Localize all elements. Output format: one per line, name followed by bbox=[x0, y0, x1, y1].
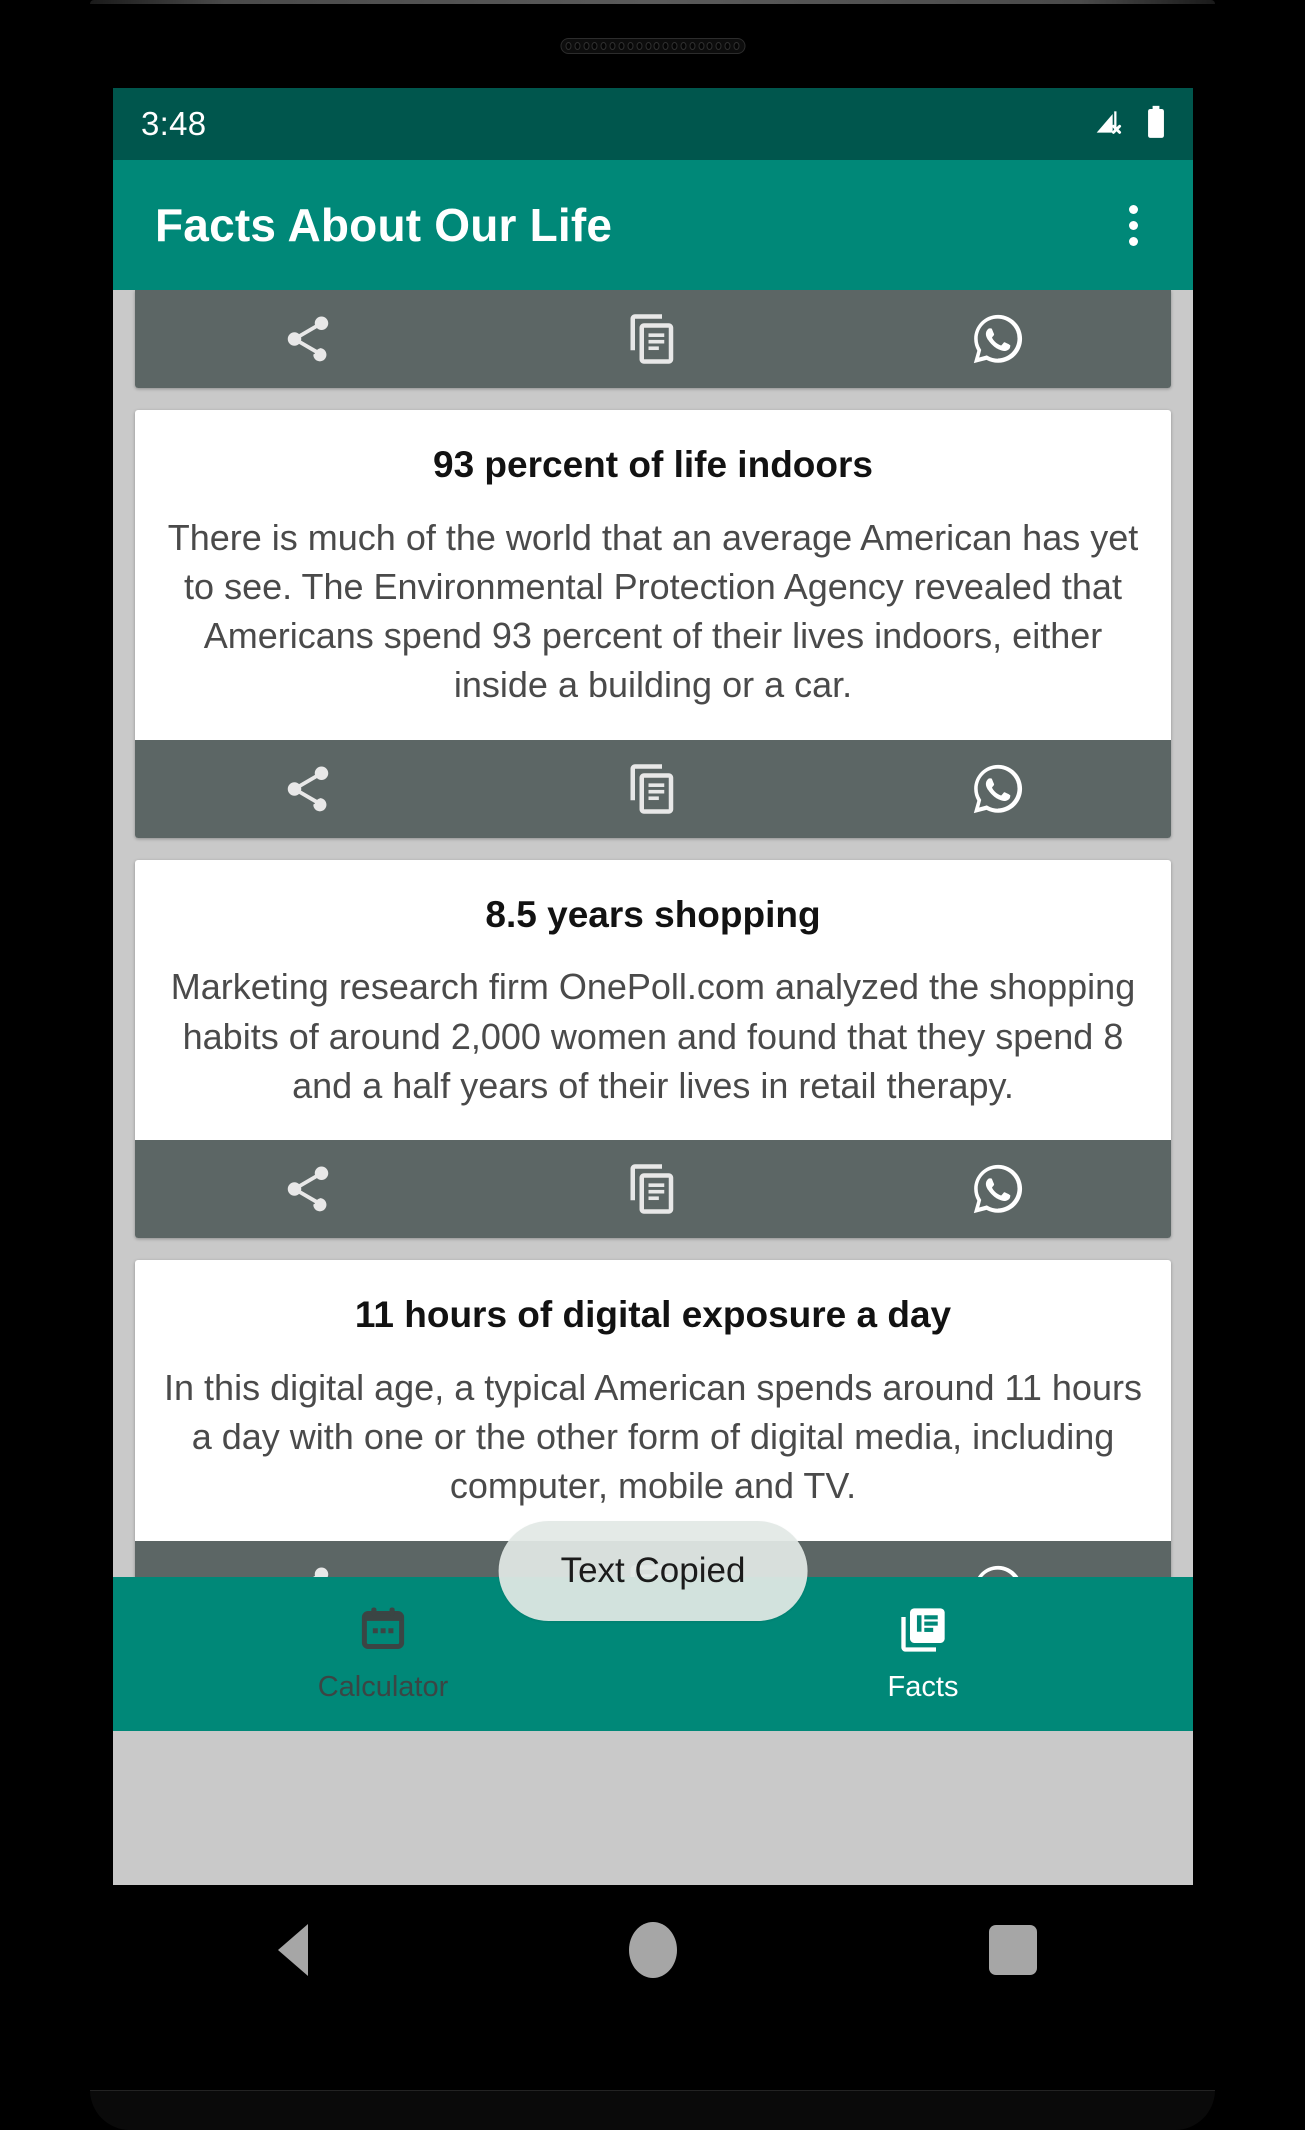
whatsapp-button[interactable] bbox=[826, 1140, 1171, 1238]
copy-icon bbox=[626, 312, 680, 366]
whatsapp-button[interactable] bbox=[826, 740, 1171, 838]
phone-device: 3:48 Facts About Our Life 93 percent of … bbox=[0, 0, 1305, 2130]
nav-label-calculator: Calculator bbox=[317, 1671, 449, 1703]
android-recents-button[interactable] bbox=[953, 1915, 1073, 1985]
copy-button[interactable] bbox=[480, 1140, 825, 1238]
battery-full-icon bbox=[1145, 105, 1167, 144]
fact-body: There is much of the world that an avera… bbox=[167, 516, 1139, 706]
earpiece-speaker-grille bbox=[560, 38, 745, 54]
share-icon bbox=[281, 762, 335, 816]
share-button[interactable] bbox=[135, 740, 480, 838]
share-icon bbox=[281, 1162, 335, 1216]
card-action-bar bbox=[135, 1140, 1171, 1239]
copy-button[interactable] bbox=[480, 290, 825, 388]
copy-icon bbox=[626, 1162, 680, 1216]
nav-label-facts: Facts bbox=[887, 1671, 959, 1703]
copy-icon bbox=[626, 762, 680, 816]
fact-card[interactable]: 93 percent of life indoors There is much… bbox=[135, 410, 1171, 838]
card-action-bar bbox=[135, 290, 1171, 388]
status-bar: 3:48 bbox=[113, 88, 1193, 160]
whatsapp-icon bbox=[969, 310, 1027, 368]
fact-card[interactable]: 8.5 years shopping Marketing research fi… bbox=[135, 859, 1171, 1239]
toast-message: Text Copied bbox=[498, 1521, 808, 1621]
share-button[interactable] bbox=[135, 1140, 480, 1238]
signal-off-icon bbox=[1093, 106, 1127, 143]
android-home-button[interactable] bbox=[593, 1915, 713, 1985]
copy-button[interactable] bbox=[480, 740, 825, 838]
library-books-icon bbox=[897, 1604, 949, 1661]
share-button[interactable] bbox=[135, 290, 480, 388]
app-bar: Facts About Our Life bbox=[113, 160, 1193, 290]
status-bar-clock: 3:48 bbox=[141, 105, 207, 142]
android-navigation-bar bbox=[113, 1885, 1193, 2015]
share-icon bbox=[281, 312, 335, 366]
fact-card[interactable] bbox=[135, 290, 1171, 388]
recents-square-icon bbox=[989, 1925, 1037, 1975]
facts-list[interactable]: 93 percent of life indoors There is much… bbox=[113, 290, 1193, 1731]
fact-title: 11 hours of digital exposure a day bbox=[354, 1294, 952, 1336]
whatsapp-button[interactable] bbox=[826, 290, 1171, 388]
home-circle-icon bbox=[629, 1922, 677, 1978]
calculator-icon bbox=[357, 1604, 409, 1661]
card-action-bar bbox=[135, 739, 1171, 838]
back-triangle-icon bbox=[278, 1924, 308, 1976]
whatsapp-icon bbox=[969, 1160, 1027, 1218]
fact-title: 8.5 years shopping bbox=[485, 893, 821, 935]
status-bar-icons bbox=[1093, 105, 1167, 144]
device-bottom-bezel bbox=[90, 2090, 1215, 2130]
fact-body: Marketing research firm OnePoll.com anal… bbox=[170, 966, 1136, 1106]
page-title: Facts About Our Life bbox=[155, 199, 613, 251]
device-top-bezel bbox=[90, 0, 1215, 4]
fact-title: 93 percent of life indoors bbox=[433, 444, 873, 485]
android-back-button[interactable] bbox=[233, 1915, 353, 1985]
toast-text: Text Copied bbox=[560, 1551, 746, 1590]
phone-screen: 3:48 Facts About Our Life 93 percent of … bbox=[113, 88, 1193, 1885]
whatsapp-icon bbox=[969, 760, 1027, 818]
fact-body: In this digital age, a typical American … bbox=[164, 1366, 1142, 1507]
overflow-menu-icon[interactable] bbox=[1101, 193, 1165, 257]
